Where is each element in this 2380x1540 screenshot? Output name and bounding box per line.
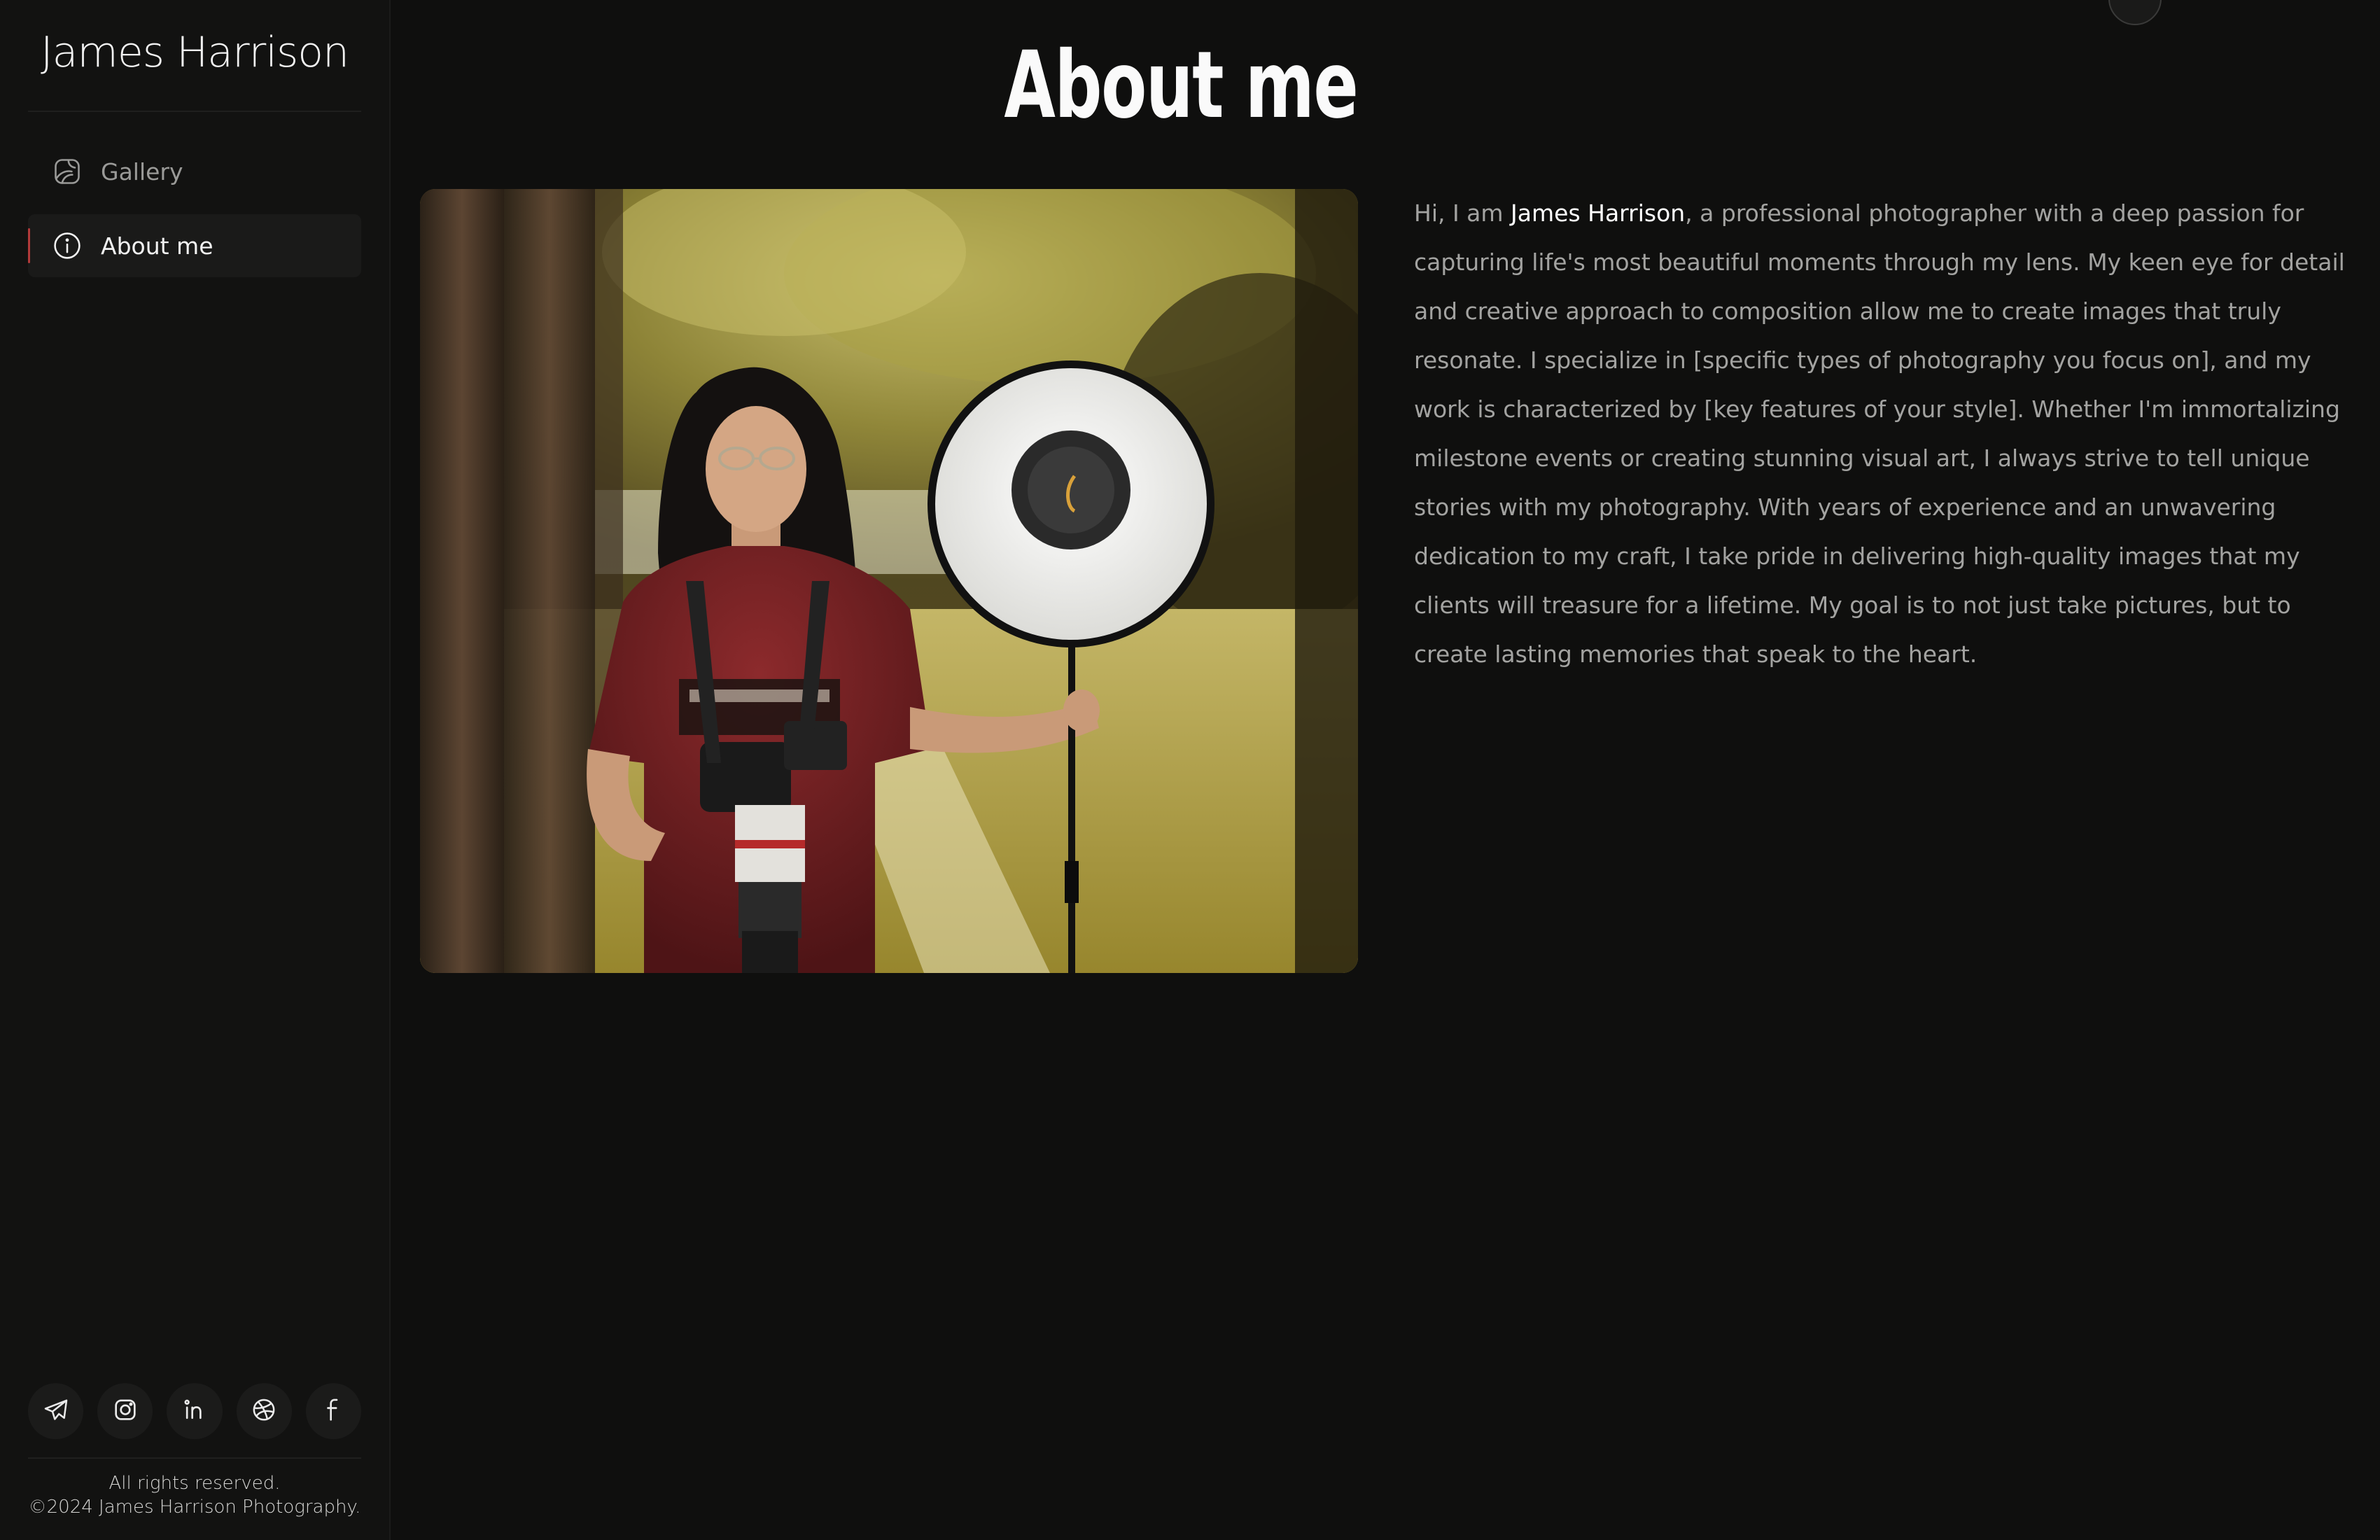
app-window: James Harrison Gallery About me All righ… (0, 0, 2380, 1540)
sidebar-nav: Gallery About me (28, 140, 361, 288)
social-links (28, 1383, 362, 1459)
bio-name: James Harrison (1511, 200, 1686, 227)
sidebar-footer: All rights reserved. ©2024 James Harriso… (0, 1471, 389, 1519)
linkedin-icon (181, 1396, 209, 1427)
photographer-portrait-image (420, 189, 1358, 973)
sidebar: James Harrison Gallery About me All righ… (0, 0, 391, 1540)
telegram-button[interactable] (28, 1383, 84, 1439)
facebook-button[interactable] (305, 1383, 362, 1439)
brand-name[interactable]: James Harrison (41, 28, 349, 83)
dribbble-button[interactable] (236, 1383, 292, 1439)
sidebar-item-label: Gallery (101, 158, 183, 186)
bio-text: Hi, I am James Harrison, a professional … (1414, 189, 2352, 679)
gallery-icon (52, 156, 83, 187)
telegram-icon (42, 1396, 70, 1427)
linkedin-button[interactable] (167, 1383, 223, 1439)
brand-header: James Harrison (28, 0, 361, 112)
page-title: About me (1004, 31, 1358, 139)
footer-rights: All rights reserved. (108, 1473, 281, 1494)
facebook-icon (319, 1396, 347, 1427)
bio-intro: Hi, I am (1414, 200, 1511, 227)
instagram-icon (111, 1396, 139, 1427)
bio-body: , a professional photographer with a dee… (1414, 200, 2345, 668)
dribbble-icon (250, 1396, 278, 1427)
info-icon (52, 230, 83, 261)
main-content: About me Hi, I am James Harrison, a prof… (392, 0, 2380, 1540)
footer-copyright: ©2024 James Harrison Photography. (28, 1497, 361, 1518)
sidebar-item-about[interactable]: About me (28, 214, 361, 277)
theme-toggle-button[interactable] (2108, 0, 2162, 25)
sidebar-item-label: About me (101, 232, 214, 260)
instagram-button[interactable] (97, 1383, 153, 1439)
sidebar-item-gallery[interactable]: Gallery (28, 140, 361, 203)
